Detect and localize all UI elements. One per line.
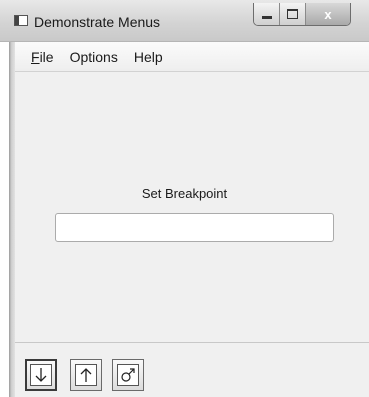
step-into-button[interactable] <box>25 359 57 391</box>
step-out-icon-frame <box>75 364 97 386</box>
breakpoint-input[interactable] <box>55 213 334 242</box>
step-out-button[interactable] <box>70 359 102 391</box>
menu-file[interactable]: File <box>23 49 62 65</box>
window-title: Demonstrate Menus <box>34 14 161 30</box>
minimize-icon <box>261 15 272 19</box>
caption-buttons: x <box>253 3 351 26</box>
step-into-icon-frame <box>30 364 52 386</box>
maximize-icon <box>287 9 298 19</box>
set-breakpoint-label: Set Breakpoint <box>141 186 228 201</box>
menu-help[interactable]: Help <box>126 49 171 65</box>
step-into-icon <box>35 368 47 382</box>
main-content <box>15 72 369 342</box>
close-icon: x <box>324 6 332 22</box>
step-out-icon <box>80 368 92 382</box>
menu-file-mnemonic: F <box>31 48 40 65</box>
toggle-breakpoint-icon-frame <box>117 364 139 386</box>
title-bar[interactable]: Demonstrate Menus x <box>0 0 369 42</box>
menu-file-rest: ile <box>39 48 54 65</box>
toggle-breakpoint-button[interactable] <box>112 359 144 391</box>
maximize-button[interactable] <box>280 3 306 25</box>
close-button[interactable]: x <box>306 3 350 25</box>
menu-options[interactable]: Options <box>62 49 126 65</box>
menu-bar: File Options Help <box>15 42 369 72</box>
toolbar <box>15 342 369 397</box>
app-icon[interactable] <box>14 15 28 26</box>
minimize-button[interactable] <box>254 3 280 25</box>
toggle-breakpoint-icon <box>121 368 135 382</box>
